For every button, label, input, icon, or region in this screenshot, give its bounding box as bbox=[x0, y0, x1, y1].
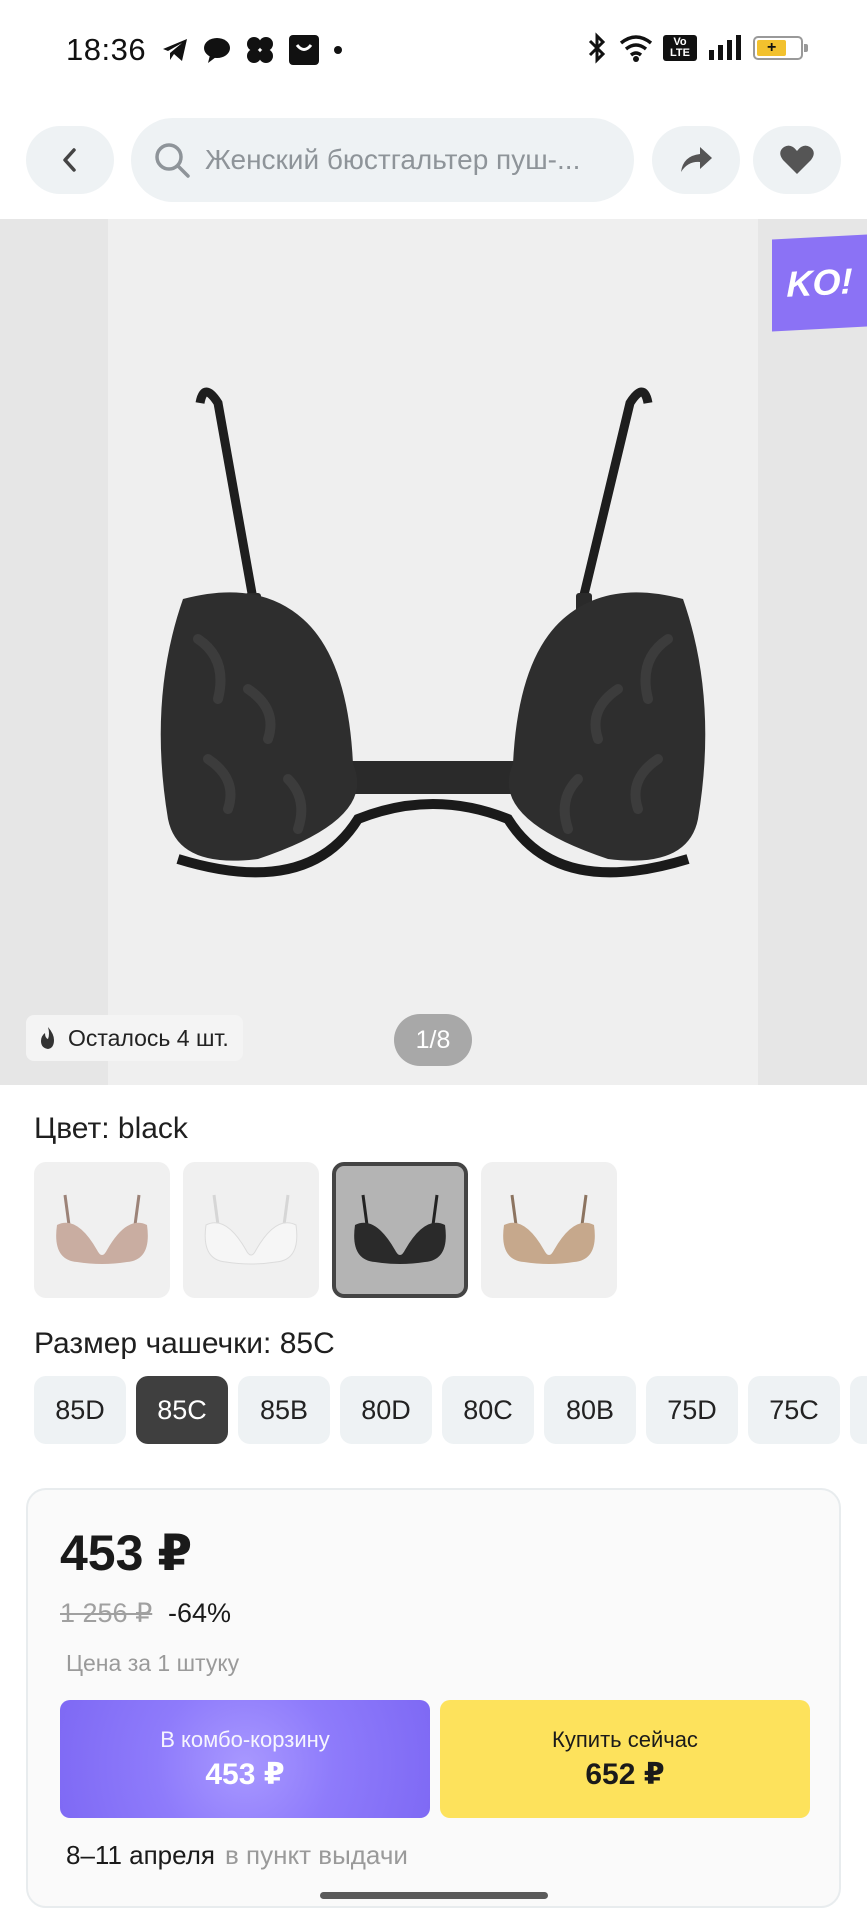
status-system-icons: Vo LTE + bbox=[585, 32, 808, 64]
delivery-info[interactable]: 8–11 апреля в пункт выдачи bbox=[66, 1840, 408, 1871]
size-options: 85D 85C 85B 80D 80C 80B 75D 75C bbox=[34, 1376, 867, 1444]
back-button[interactable] bbox=[26, 126, 114, 194]
search-icon bbox=[155, 143, 190, 178]
stock-chip: Осталось 4 шт. bbox=[26, 1015, 243, 1061]
favorite-button[interactable] bbox=[753, 126, 841, 194]
size-option-selected[interactable]: 85C bbox=[136, 1376, 228, 1444]
color-swatch-beige[interactable] bbox=[34, 1162, 170, 1298]
price-card: 453 ₽ 1 256 ₽ -64% Цена за 1 штуку В ком… bbox=[26, 1488, 841, 1908]
combo-button-label: В комбо-корзину bbox=[160, 1726, 330, 1752]
swatch-bra-thumbnail bbox=[56, 1194, 148, 1264]
status-bar: 18:36 Vo LTE + bbox=[0, 0, 867, 100]
swatch-bra-thumbnail bbox=[354, 1194, 446, 1264]
volte-icon: Vo LTE bbox=[663, 35, 697, 61]
bluetooth-icon bbox=[588, 32, 606, 64]
old-price: 1 256 ₽ bbox=[60, 1598, 153, 1628]
size-option[interactable]: 80D bbox=[340, 1376, 432, 1444]
size-option-partial[interactable] bbox=[850, 1376, 867, 1444]
buy-button-price: 652 ₽ bbox=[585, 1757, 665, 1791]
stock-text: Осталось 4 шт. bbox=[68, 1024, 229, 1051]
swatch-bra-thumbnail bbox=[204, 1194, 298, 1265]
search-query-text: Женский бюстгальтер пуш-... bbox=[205, 144, 581, 175]
swatch-bra-thumbnail bbox=[503, 1194, 595, 1264]
price-note: Цена за 1 штуку bbox=[66, 1650, 240, 1676]
size-label: Размер чашечки: 85C bbox=[34, 1327, 335, 1360]
status-time: 18:36 bbox=[66, 32, 147, 67]
search-input[interactable]: Женский бюстгальтер пуш-... bbox=[131, 118, 634, 202]
color-swatches bbox=[34, 1162, 617, 1298]
battery-icon: + bbox=[753, 36, 808, 60]
size-option[interactable]: 85D bbox=[34, 1376, 126, 1444]
product-gallery[interactable]: KO! Осталось 4 шт. 1/8 bbox=[0, 219, 867, 1085]
dot-icon bbox=[334, 46, 342, 54]
home-indicator[interactable] bbox=[320, 1892, 548, 1899]
signal-icon bbox=[709, 35, 741, 60]
buy-button-label: Купить сейчас bbox=[552, 1726, 698, 1752]
delivery-place: в пункт выдачи bbox=[224, 1840, 408, 1870]
product-bra-image bbox=[160, 387, 706, 878]
current-price: 453 ₽ bbox=[60, 1525, 193, 1581]
color-swatch-white[interactable] bbox=[183, 1162, 319, 1298]
telegram-icon bbox=[163, 39, 187, 61]
chevron-left-icon bbox=[63, 148, 76, 172]
size-option[interactable]: 80B bbox=[544, 1376, 636, 1444]
add-to-combo-cart-button[interactable]: В комбо-корзину 453 ₽ bbox=[60, 1700, 430, 1818]
size-option[interactable]: 75D bbox=[646, 1376, 738, 1444]
status-app-icons bbox=[160, 34, 344, 66]
image-pager: 1/8 bbox=[394, 1014, 472, 1066]
share-arrow-icon bbox=[681, 147, 712, 172]
promo-badge[interactable]: KO! bbox=[772, 234, 867, 332]
color-swatch-nude[interactable] bbox=[481, 1162, 617, 1298]
color-swatch-black[interactable] bbox=[332, 1162, 468, 1298]
wifi-icon bbox=[619, 35, 653, 62]
size-option[interactable]: 85B bbox=[238, 1376, 330, 1444]
color-label: Цвет: black bbox=[34, 1112, 188, 1145]
top-navigation: Женский бюстгальтер пуш-... bbox=[0, 118, 867, 202]
shop-bag-icon bbox=[289, 35, 319, 65]
buy-now-button[interactable]: Купить сейчас 652 ₽ bbox=[440, 1700, 810, 1818]
heart-icon bbox=[780, 145, 814, 174]
share-button[interactable] bbox=[652, 126, 740, 194]
delivery-dates: 8–11 апреля bbox=[66, 1840, 215, 1870]
size-option[interactable]: 80C bbox=[442, 1376, 534, 1444]
product-image[interactable] bbox=[108, 219, 758, 1085]
chat-bubble-icon bbox=[204, 38, 230, 63]
size-option[interactable]: 75C bbox=[748, 1376, 840, 1444]
combo-button-price: 453 ₽ bbox=[205, 1757, 285, 1791]
cluster-app-icon bbox=[247, 37, 273, 63]
flame-icon bbox=[41, 1027, 54, 1049]
discount-percent: -64% bbox=[168, 1598, 232, 1628]
